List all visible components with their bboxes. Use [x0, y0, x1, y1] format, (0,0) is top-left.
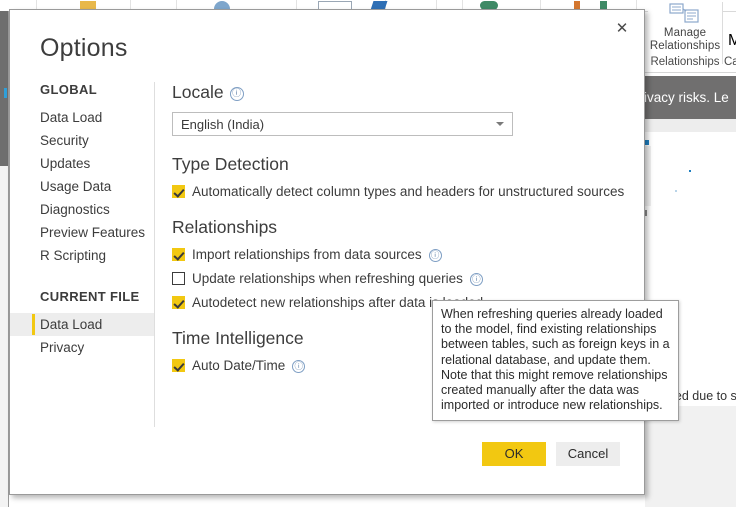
tooltip-update-relationships: When refreshing queries already loaded t…: [432, 300, 679, 422]
ribbon-bottom-divider: [645, 72, 736, 73]
section-title-relationships: Relationships: [172, 217, 532, 238]
checkbox-autodetect-relationships[interactable]: [172, 296, 185, 309]
checkbox-label-update-relationships: Update relationships when refreshing que…: [192, 271, 463, 286]
visual-fragment-5: [675, 190, 677, 192]
info-icon-import-relationships[interactable]: ⓘ: [428, 249, 442, 262]
ribbon-group-divider: [722, 2, 723, 64]
section-title-type-detection: Type Detection: [172, 154, 532, 175]
sidebar-item-global-updates[interactable]: Updates: [10, 152, 154, 175]
checkbox-label-auto-date-time: Auto Date/Time: [192, 358, 286, 373]
sidebar-section-header-global: GLOBAL: [40, 82, 97, 97]
dialog-button-bar: OK Cancel: [482, 442, 620, 466]
tooltip-text: When refreshing queries already loaded t…: [441, 307, 670, 413]
checkbox-auto-detect-column-types[interactable]: [172, 185, 185, 198]
info-icon-locale[interactable]: ⓘ: [229, 86, 244, 101]
checkbox-row-auto-detect-column-types[interactable]: Automatically detect column types and he…: [172, 184, 624, 199]
ribbon-label-next-group: M: [728, 32, 736, 49]
options-dialog: Options ✕ GLOBAL Data Load Security Upda…: [9, 9, 645, 495]
manage-relationships-icon: [668, 2, 702, 26]
chevron-down-icon: [496, 122, 504, 126]
screen-root: Manage Relationships M Relationships Ca …: [0, 0, 736, 507]
sidebar-section-header-current-file: CURRENT FILE: [40, 289, 140, 304]
time-intelligence-title-text: Time Intelligence: [172, 328, 304, 348]
sidebar-item-global-usage-data[interactable]: Usage Data: [10, 175, 154, 198]
sidebar-item-global-diagnostics[interactable]: Diagnostics: [10, 198, 154, 221]
report-canvas-toolbar-strip: [645, 119, 736, 132]
ribbon-group-title-relationships: Relationships: [650, 56, 720, 68]
locale-title-text: Locale: [172, 82, 224, 102]
sidebar-item-global-r-scripting[interactable]: R Scripting: [10, 244, 154, 267]
checkbox-row-update-relationships[interactable]: Update relationships when refreshing que…: [172, 271, 532, 286]
ok-button[interactable]: OK: [482, 442, 546, 466]
checkbox-auto-date-time[interactable]: [172, 359, 185, 372]
locale-dropdown-value: English (India): [181, 116, 265, 132]
dialog-title: Options: [40, 34, 128, 62]
left-rail-lower: [0, 166, 8, 507]
sidebar-item-current-file-privacy[interactable]: Privacy: [10, 336, 154, 359]
privacy-banner-text: privacy risks. Le: [645, 90, 729, 105]
locale-dropdown[interactable]: English (India): [172, 112, 513, 136]
close-icon[interactable]: ✕: [608, 16, 636, 40]
checkbox-update-relationships[interactable]: [172, 272, 185, 285]
ribbon-group-title-calculations: Ca: [724, 56, 736, 68]
privacy-warning-banner: privacy risks. Le: [645, 76, 736, 119]
info-icon-auto-date-time[interactable]: ⓘ: [292, 360, 306, 373]
cancel-button[interactable]: Cancel: [556, 442, 620, 466]
sidebar-divider: [154, 82, 155, 427]
ribbon-label-relationships: Relationships: [649, 40, 721, 52]
options-sidebar: GLOBAL Data Load Security Updates Usage …: [10, 82, 154, 427]
visual-fragment-4: [689, 170, 691, 172]
section-title-locale: Locale ⓘ: [172, 82, 532, 103]
info-icon-update-relationships[interactable]: ⓘ: [469, 273, 483, 286]
visual-fragment-6: [645, 210, 647, 216]
sidebar-item-global-preview-features[interactable]: Preview Features: [10, 221, 154, 244]
checkbox-label-auto-detect-column-types: Automatically detect column types and he…: [192, 184, 625, 199]
checkbox-label-import-relationships: Import relationships from data sources: [192, 247, 422, 262]
sidebar-item-global-security[interactable]: Security: [10, 129, 154, 152]
type-detection-title-text: Type Detection: [172, 154, 289, 174]
checkbox-import-relationships[interactable]: [172, 248, 185, 261]
visual-legend-fragment: [645, 146, 651, 206]
left-rail-selection-marker: [4, 88, 7, 98]
sidebar-item-current-file-data-load[interactable]: Data Load: [10, 313, 154, 336]
checkbox-row-import-relationships[interactable]: Import relationships from data sources ⓘ: [172, 247, 532, 262]
visual-fragment-1: [645, 140, 649, 145]
ribbon-label-manage: Manage: [663, 27, 707, 39]
sidebar-item-global-data-load[interactable]: Data Load: [10, 106, 154, 129]
relationships-title-text: Relationships: [172, 217, 278, 237]
